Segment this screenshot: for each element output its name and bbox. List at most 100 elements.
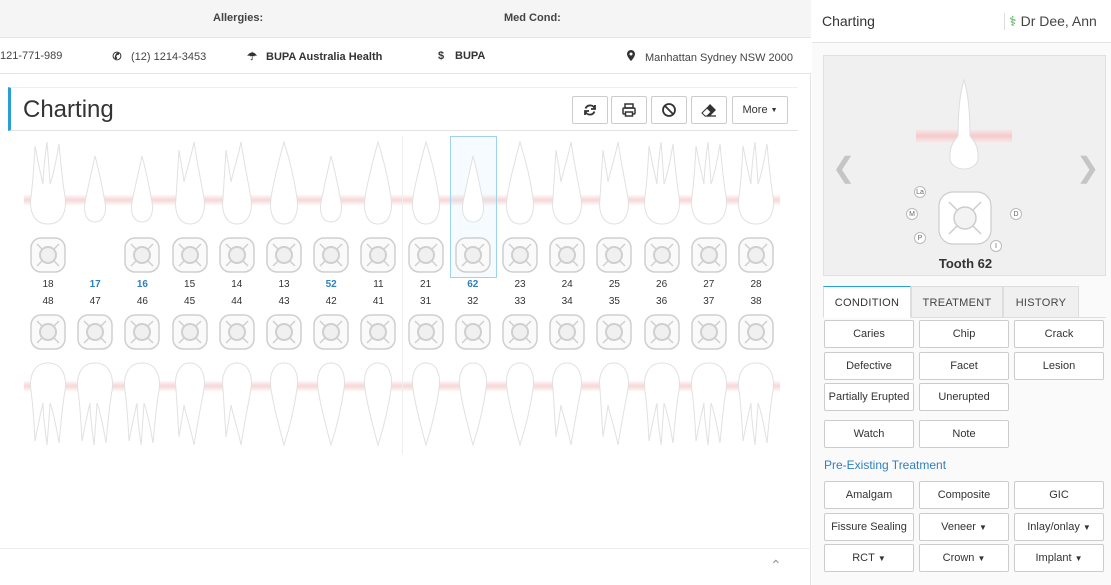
tooth-number-41[interactable]: 41 bbox=[355, 296, 401, 307]
treatment-fissure-sealing-button[interactable]: Fissure Sealing bbox=[824, 513, 914, 541]
upper-surface-25[interactable] bbox=[595, 236, 633, 274]
lower-surface-48[interactable] bbox=[29, 313, 67, 351]
upper-tooth-21[interactable] bbox=[403, 136, 449, 232]
next-tooth-arrow[interactable]: ❯ bbox=[1076, 151, 1099, 184]
tab-condition[interactable]: CONDITION bbox=[823, 286, 911, 318]
lower-tooth-46[interactable] bbox=[119, 355, 165, 451]
lower-surface-45[interactable] bbox=[171, 313, 209, 351]
tooth-number-27[interactable]: 27 bbox=[686, 279, 732, 290]
upper-surface-14[interactable] bbox=[218, 236, 256, 274]
upper-surface-21[interactable] bbox=[407, 236, 445, 274]
watch-button[interactable]: Watch bbox=[824, 420, 914, 448]
prev-tooth-arrow[interactable]: ❮ bbox=[832, 151, 855, 184]
tooth-number-11[interactable]: 11 bbox=[355, 279, 401, 290]
lower-surface-32[interactable] bbox=[454, 313, 492, 351]
upper-tooth-14[interactable] bbox=[214, 136, 260, 232]
upper-tooth-27[interactable] bbox=[686, 136, 732, 232]
lower-surface-31[interactable] bbox=[407, 313, 445, 351]
treatment-amalgam-button[interactable]: Amalgam bbox=[824, 481, 914, 509]
upper-surface-18[interactable] bbox=[29, 236, 67, 274]
tooth-surface-map[interactable] bbox=[935, 188, 995, 248]
tooth-number-36[interactable]: 36 bbox=[639, 296, 685, 307]
upper-tooth-13[interactable] bbox=[261, 136, 307, 232]
lower-tooth-44[interactable] bbox=[214, 355, 260, 451]
lower-tooth-31[interactable] bbox=[403, 355, 449, 451]
condition-chip-button[interactable]: Chip bbox=[919, 320, 1009, 348]
upper-tooth-15[interactable] bbox=[167, 136, 213, 232]
condition-crack-button[interactable]: Crack bbox=[1014, 320, 1104, 348]
tooth-number-38[interactable]: 38 bbox=[733, 296, 779, 307]
tooth-number-26[interactable]: 26 bbox=[639, 279, 685, 290]
condition-unerupted-button[interactable]: Unerupted bbox=[919, 383, 1009, 411]
surface-d[interactable]: D bbox=[1010, 208, 1022, 220]
upper-tooth-62[interactable] bbox=[450, 136, 496, 232]
upper-surface-23[interactable] bbox=[501, 236, 539, 274]
lower-surface-43[interactable] bbox=[265, 313, 303, 351]
tooth-number-32[interactable]: 32 bbox=[450, 296, 496, 307]
treatment-implant-button[interactable]: Implant ▼ bbox=[1014, 544, 1104, 572]
lower-surface-44[interactable] bbox=[218, 313, 256, 351]
tooth-number-28[interactable]: 28 bbox=[733, 279, 779, 290]
tooth-number-21[interactable]: 21 bbox=[403, 279, 449, 290]
lower-surface-35[interactable] bbox=[595, 313, 633, 351]
condition-caries-button[interactable]: Caries bbox=[824, 320, 914, 348]
upper-tooth-16[interactable] bbox=[119, 136, 165, 232]
lower-tooth-34[interactable] bbox=[544, 355, 590, 451]
upper-surface-15[interactable] bbox=[171, 236, 209, 274]
upper-tooth-24[interactable] bbox=[544, 136, 590, 232]
lower-surface-34[interactable] bbox=[548, 313, 586, 351]
upper-tooth-17[interactable] bbox=[72, 136, 118, 232]
tooth-number-17[interactable]: 17 bbox=[72, 279, 118, 290]
tooth-number-37[interactable]: 37 bbox=[686, 296, 732, 307]
doctor-selector[interactable]: ⚕ Dr Dee, Ann bbox=[1004, 13, 1097, 30]
tooth-number-25[interactable]: 25 bbox=[591, 279, 637, 290]
tooth-number-34[interactable]: 34 bbox=[544, 296, 590, 307]
upper-surface-62[interactable] bbox=[454, 236, 492, 274]
upper-tooth-25[interactable] bbox=[591, 136, 637, 232]
tooth-number-44[interactable]: 44 bbox=[214, 296, 260, 307]
lower-tooth-35[interactable] bbox=[591, 355, 637, 451]
lower-surface-33[interactable] bbox=[501, 313, 539, 351]
tab-history[interactable]: HISTORY bbox=[1003, 286, 1079, 318]
lower-tooth-47[interactable] bbox=[72, 355, 118, 451]
tooth-number-24[interactable]: 24 bbox=[544, 279, 590, 290]
upper-surface-28[interactable] bbox=[737, 236, 775, 274]
tooth-number-14[interactable]: 14 bbox=[214, 279, 260, 290]
lower-tooth-37[interactable] bbox=[686, 355, 732, 451]
tooth-number-62[interactable]: 62 bbox=[450, 279, 496, 290]
collapse-chevron-icon[interactable]: ⌃ bbox=[770, 557, 782, 574]
treatment-composite-button[interactable]: Composite bbox=[919, 481, 1009, 509]
surface-la[interactable]: La bbox=[914, 186, 926, 198]
note-button[interactable]: Note bbox=[919, 420, 1009, 448]
upper-surface-27[interactable] bbox=[690, 236, 728, 274]
lower-surface-38[interactable] bbox=[737, 313, 775, 351]
lower-tooth-42[interactable] bbox=[308, 355, 354, 451]
lower-tooth-32[interactable] bbox=[450, 355, 496, 451]
lower-surface-42[interactable] bbox=[312, 313, 350, 351]
lower-tooth-38[interactable] bbox=[733, 355, 779, 451]
upper-tooth-11[interactable] bbox=[355, 136, 401, 232]
tab-treatment[interactable]: TREATMENT bbox=[911, 286, 1003, 318]
tooth-number-52[interactable]: 52 bbox=[308, 279, 354, 290]
lower-tooth-43[interactable] bbox=[261, 355, 307, 451]
upper-tooth-28[interactable] bbox=[733, 136, 779, 232]
lower-tooth-48[interactable] bbox=[25, 355, 71, 451]
treatment-gic-button[interactable]: GIC bbox=[1014, 481, 1104, 509]
tooth-number-35[interactable]: 35 bbox=[591, 296, 637, 307]
tooth-number-45[interactable]: 45 bbox=[167, 296, 213, 307]
tooth-number-47[interactable]: 47 bbox=[72, 296, 118, 307]
tooth-number-31[interactable]: 31 bbox=[403, 296, 449, 307]
treatment-rct-button[interactable]: RCT ▼ bbox=[824, 544, 914, 572]
surface-i[interactable]: I bbox=[990, 240, 1002, 252]
surface-m[interactable]: M bbox=[906, 208, 918, 220]
condition-facet-button[interactable]: Facet bbox=[919, 352, 1009, 380]
tooth-number-23[interactable]: 23 bbox=[497, 279, 543, 290]
surface-p[interactable]: P bbox=[914, 232, 926, 244]
tooth-number-33[interactable]: 33 bbox=[497, 296, 543, 307]
upper-surface-26[interactable] bbox=[643, 236, 681, 274]
upper-tooth-18[interactable] bbox=[25, 136, 71, 232]
lower-surface-36[interactable] bbox=[643, 313, 681, 351]
tooth-number-16[interactable]: 16 bbox=[119, 279, 165, 290]
tooth-number-43[interactable]: 43 bbox=[261, 296, 307, 307]
lower-tooth-45[interactable] bbox=[167, 355, 213, 451]
